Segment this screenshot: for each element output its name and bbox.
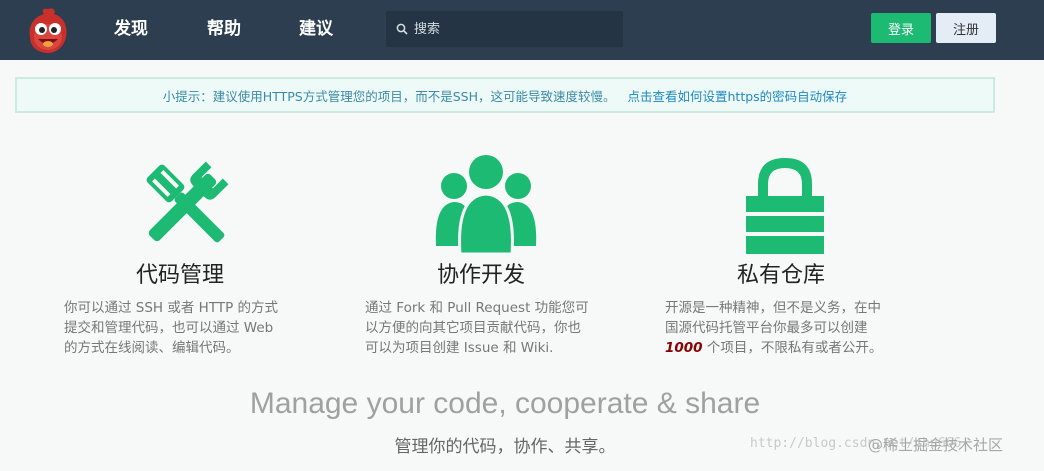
search-icon [396,23,408,35]
desc-tail: 个项目，不限私有或者公开。 [702,340,883,356]
nav-help[interactable]: 帮助 [207,18,241,40]
tip-banner: 小提示：建议使用HTTPS方式管理您的项目，而不是SSH，这可能导致速度较慢。 … [15,77,995,113]
desc-line: 的方式在线阅读、编辑代码。 [64,340,240,356]
mascot-logo-icon[interactable] [24,5,72,55]
desc-line: 开源是一种精神，但不是义务，在中 [665,300,881,316]
navbar: 发现 帮助 建议 登录 注册 [0,0,1044,60]
nav-discover[interactable]: 发现 [114,18,148,40]
project-limit-value: 1000 [665,340,703,356]
feature-desc-collab: 通过 Fork 和 Pull Request 功能您可 以方便的向其它项目贡献代… [365,298,610,358]
tip-text: 小提示：建议使用HTTPS方式管理您的项目，而不是SSH，这可能导致速度较慢。 [162,88,616,104]
register-button[interactable]: 注册 [936,13,996,43]
desc-line: 1000 个项目，不限私有或者公开。 [665,338,910,358]
feature-title-collab: 协作开发 [437,263,526,288]
tip-link[interactable]: 点击查看如何设置https的密码自动保存 [628,86,848,105]
team-icon [435,155,537,256]
desc-line: 以方便的向其它项目贡献代码，你也 [365,320,581,336]
slogan: Manage your code, cooperate & share [249,387,761,420]
desc-line: 可以为项目创建 Issue 和 Wiki. [365,340,554,356]
search-box[interactable] [386,11,623,47]
watermark-badge: @稀土掘金技术社区 [868,436,1004,454]
login-button[interactable]: 登录 [871,13,931,43]
desc-line: 国源代码托管平台你最多可以创建 [665,320,868,336]
desc-line: 提交和管理代码，也可以通过 Web [64,320,274,336]
feature-title-code: 代码管理 [136,263,225,288]
nav-suggest[interactable]: 建议 [299,18,333,40]
search-input[interactable] [412,20,616,38]
feature-desc-code: 你可以通过 SSH 或者 HTTP 的方式 提交和管理代码，也可以通过 Web … [64,298,309,358]
desc-line: 你可以通过 SSH 或者 HTTP 的方式 [64,300,279,316]
desc-line: 通过 Fork 和 Pull Request 功能您可 [365,300,589,316]
feature-desc-private: 开源是一种精神，但不是义务，在中 国源代码托管平台你最多可以创建 1000 个项… [665,298,910,358]
feature-title-private: 私有仓库 [737,263,826,288]
tools-icon [146,161,229,243]
lock-icon [746,158,824,254]
